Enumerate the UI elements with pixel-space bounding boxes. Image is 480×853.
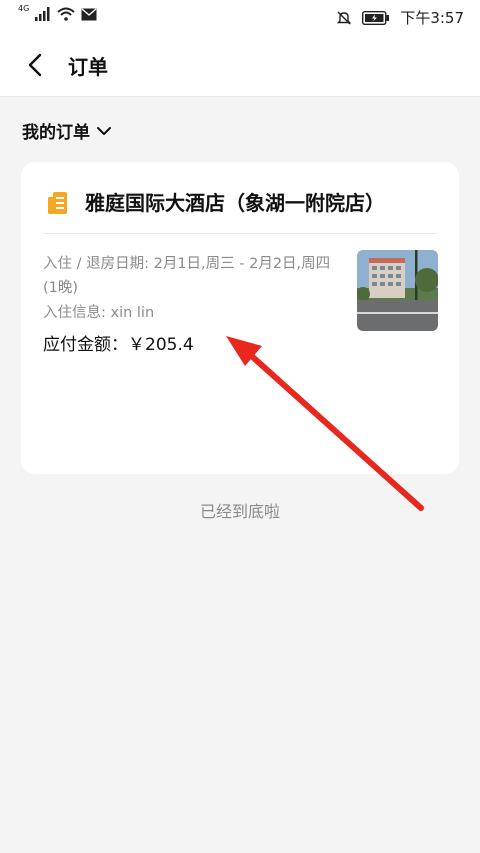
chevron-down-icon bbox=[97, 126, 111, 135]
end-of-list-text: 已经到底啦 bbox=[199, 502, 280, 521]
payable-amount: 应付金额：￥205.4 bbox=[43, 335, 194, 355]
mail-icon bbox=[81, 7, 97, 20]
status-right: 下午3:57 bbox=[336, 7, 464, 28]
hotel-thumbnail[interactable] bbox=[357, 250, 438, 331]
chevron-left-icon bbox=[28, 53, 42, 77]
section-title-label: 我的订单 bbox=[22, 123, 90, 143]
back-button[interactable] bbox=[20, 50, 50, 80]
battery-icon bbox=[362, 10, 390, 25]
nav-header: 订单 bbox=[0, 34, 480, 97]
hotel-icon bbox=[48, 192, 67, 214]
hotel-photo-image bbox=[357, 250, 438, 331]
order-card[interactable]: 雅庭国际大酒店（象湖一附院店） 入住 / 退房日期: 2月1日,周三 - 2月2… bbox=[21, 162, 459, 474]
order-filter-dropdown[interactable]: 我的订单 bbox=[22, 118, 112, 143]
status-bar: 4G 下午3:57 bbox=[0, 0, 480, 34]
network-type: 4G bbox=[18, 3, 30, 13]
hotel-name: 雅庭国际大酒店（象湖一附院店） bbox=[85, 191, 385, 215]
stay-dates: 入住 / 退房日期: 2月1日,周三 - 2月2日,周四(1晚) bbox=[43, 256, 331, 296]
app-screen: 4G 下午3:57 订单 我的订单 雅庭国际大酒店（象湖一附院店） 入住 / 退… bbox=[0, 0, 480, 853]
wifi-icon bbox=[57, 7, 75, 21]
signal-icon bbox=[35, 7, 50, 21]
page-title: 订单 bbox=[68, 55, 108, 79]
card-divider bbox=[43, 233, 437, 234]
status-time: 下午3:57 bbox=[400, 9, 464, 27]
status-left: 4G bbox=[18, 3, 97, 21]
guest-info: 入住信息: xin lin bbox=[43, 305, 155, 321]
mute-bell-icon bbox=[337, 11, 352, 24]
